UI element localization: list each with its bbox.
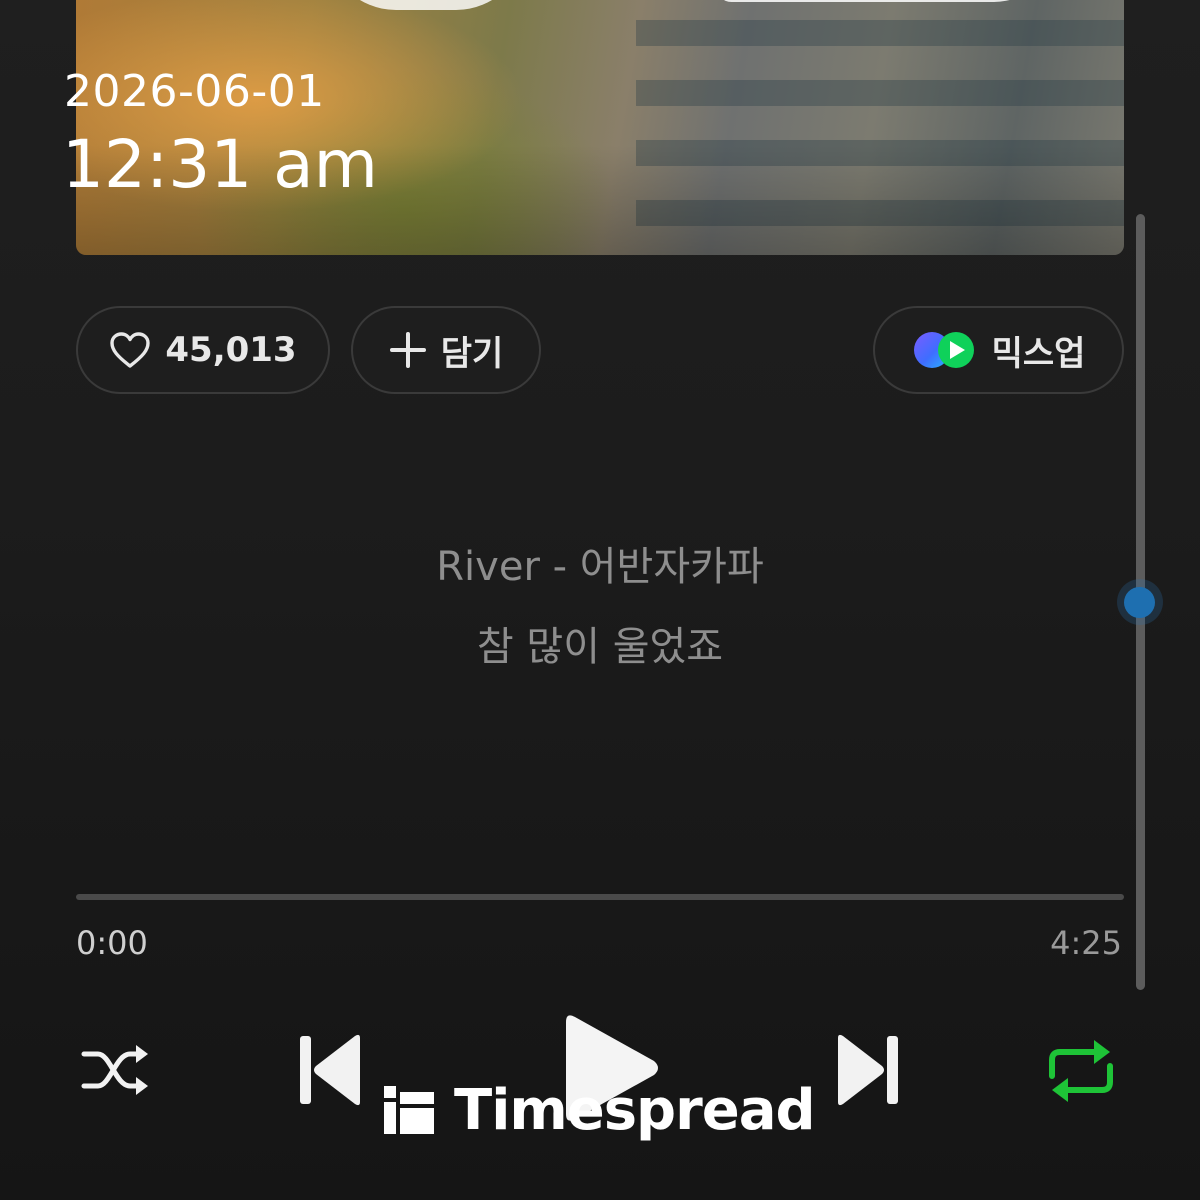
elapsed-time: 0:00 bbox=[76, 924, 148, 962]
total-time: 4:25 bbox=[1050, 924, 1122, 962]
add-label: 담기 bbox=[440, 333, 504, 374]
mixup-label: 믹스업 bbox=[991, 333, 1086, 374]
previous-track-button[interactable] bbox=[298, 1032, 364, 1112]
plus-icon bbox=[389, 332, 426, 368]
skip-previous-icon bbox=[300, 1034, 360, 1106]
shuffle-button[interactable] bbox=[80, 1040, 152, 1104]
lyric-line-next[interactable]: 참 많이 울었죠 bbox=[0, 614, 1200, 672]
timestamp-time: 12:31 am bbox=[62, 126, 378, 203]
watermark-logo-icon bbox=[384, 1086, 434, 1134]
progress-bar[interactable] bbox=[76, 894, 1124, 900]
lyric-line-current[interactable]: River - 어반자카파 bbox=[0, 534, 1200, 592]
like-button[interactable]: 45,013 bbox=[76, 306, 330, 394]
next-track-button[interactable] bbox=[834, 1032, 900, 1112]
mixup-icon bbox=[913, 332, 974, 368]
mixup-button[interactable]: 믹스업 bbox=[873, 306, 1124, 394]
like-count: 45,013 bbox=[165, 330, 297, 370]
repeat-icon bbox=[1049, 1040, 1113, 1102]
watermark-text: Timespread bbox=[454, 1077, 816, 1143]
heart-icon bbox=[110, 332, 151, 368]
watermark: Timespread bbox=[384, 1077, 816, 1143]
repeat-button[interactable] bbox=[1044, 1036, 1118, 1110]
scrollbar-thumb[interactable] bbox=[1124, 587, 1155, 618]
timestamp-date: 2026-06-01 bbox=[64, 66, 325, 117]
shuffle-icon bbox=[81, 1045, 148, 1095]
add-to-playlist-button[interactable]: 담기 bbox=[351, 306, 541, 394]
skip-next-icon bbox=[838, 1034, 898, 1106]
